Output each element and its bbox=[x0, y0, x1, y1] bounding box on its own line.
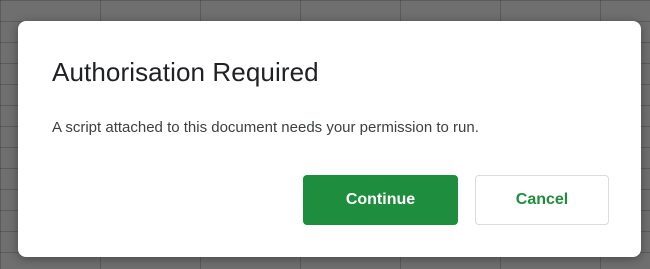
continue-button[interactable]: Continue bbox=[303, 175, 458, 225]
cancel-button[interactable]: Cancel bbox=[475, 175, 609, 225]
dialog-message: A script attached to this document needs… bbox=[52, 119, 479, 136]
dialog-title: Authorisation Required bbox=[52, 57, 319, 87]
authorisation-dialog: Authorisation Required A script attached… bbox=[18, 21, 641, 257]
